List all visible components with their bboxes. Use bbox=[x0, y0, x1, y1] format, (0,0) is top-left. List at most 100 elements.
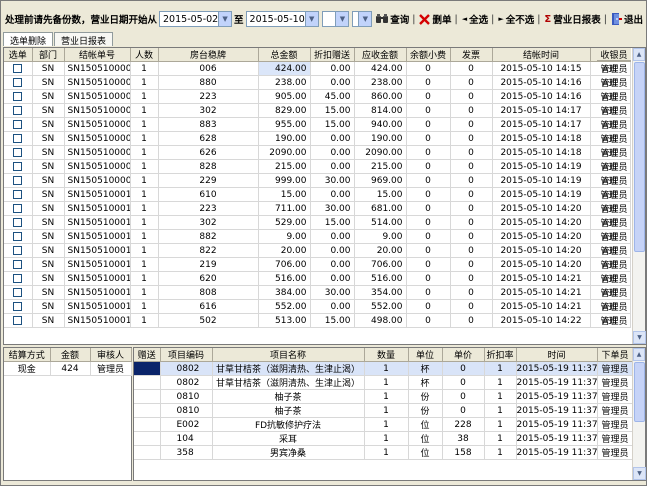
select-checkbox-cell[interactable] bbox=[4, 61, 33, 76]
table-row[interactable]: SNSN15051000121302529.0015.00514.0000201… bbox=[4, 215, 633, 230]
table-row[interactable]: SNSN15051000041302829.0015.00814.0000201… bbox=[4, 103, 633, 118]
col-header-bill-no[interactable]: 结帐单号 bbox=[64, 48, 131, 62]
table-row[interactable]: SNSN15051000051883955.0015.00940.0000201… bbox=[4, 117, 633, 132]
select-all-button[interactable]: ◄ 全选 bbox=[462, 12, 488, 26]
select-checkbox-cell[interactable] bbox=[4, 257, 33, 272]
query-button[interactable]: 查询 bbox=[376, 12, 409, 26]
table-row[interactable]: SNSN15051000111223711.0030.00681.0000201… bbox=[4, 201, 633, 216]
select-checkbox-cell[interactable] bbox=[4, 173, 33, 188]
payment-row[interactable]: 现金 424 管理员 bbox=[4, 361, 132, 376]
select-checkbox-cell[interactable] bbox=[4, 271, 33, 286]
select-checkbox-cell[interactable] bbox=[4, 313, 33, 328]
select-checkbox-cell[interactable] bbox=[4, 131, 33, 146]
select-checkbox[interactable] bbox=[13, 189, 23, 199]
select-checkbox[interactable] bbox=[13, 63, 23, 73]
select-checkbox[interactable] bbox=[13, 133, 23, 143]
select-checkbox[interactable] bbox=[13, 161, 23, 171]
select-checkbox[interactable] bbox=[13, 315, 23, 325]
select-checkbox[interactable] bbox=[13, 105, 23, 115]
col-header-gift[interactable]: 赠送 bbox=[134, 348, 161, 362]
table-row[interactable]: SNSN15051000191502513.0015.00498.0000201… bbox=[4, 313, 633, 328]
table-row[interactable]: SNSN15051000031223905.0045.00860.0000201… bbox=[4, 89, 633, 104]
chevron-down-icon[interactable]: ▼ bbox=[304, 12, 318, 26]
select-checkbox-cell[interactable] bbox=[4, 215, 33, 230]
select-checkbox-cell[interactable] bbox=[4, 103, 33, 118]
col-header-dept[interactable]: 部门 bbox=[32, 48, 65, 62]
bill-grid-scrollbar[interactable]: ▲ ▼ bbox=[632, 48, 646, 344]
tab-daily-report[interactable]: 营业日报表 bbox=[54, 32, 114, 47]
daily-report-button[interactable]: Σ 营业日报表 bbox=[544, 12, 600, 27]
col-header-cashier[interactable]: 收银员 bbox=[597, 48, 631, 61]
col-header-time[interactable]: 时间 bbox=[516, 348, 598, 362]
select-checkbox-cell[interactable] bbox=[4, 243, 33, 258]
col-header-discount-rate[interactable]: 折扣率 bbox=[484, 348, 517, 362]
select-checkbox[interactable] bbox=[13, 287, 23, 297]
col-header-order-staff[interactable]: 下单员 bbox=[597, 348, 634, 362]
table-row[interactable]: 0810 柚子茶 1 份 0 1 2015-05-19 11:37 管理员 bbox=[134, 389, 634, 404]
select-checkbox[interactable] bbox=[13, 301, 23, 311]
col-header-price[interactable]: 单价 bbox=[442, 348, 485, 362]
deselect-all-button[interactable]: ► 全不选 bbox=[498, 12, 534, 26]
select-checkbox[interactable] bbox=[13, 245, 23, 255]
select-checkbox-cell[interactable] bbox=[4, 159, 33, 174]
table-row[interactable]: SNSN15051000061628190.000.00190.00002015… bbox=[4, 131, 633, 146]
col-header-people[interactable]: 人数 bbox=[130, 48, 159, 62]
select-checkbox[interactable] bbox=[13, 77, 23, 87]
table-row[interactable]: SNSN15051000021880238.000.00238.00002015… bbox=[4, 75, 633, 90]
col-header-total[interactable]: 总金额 bbox=[258, 48, 311, 62]
select-checkbox-cell[interactable] bbox=[4, 145, 33, 160]
select-checkbox-cell[interactable] bbox=[4, 117, 33, 132]
table-row[interactable]: 104 采耳 1 位 38 1 2015-05-19 11:37 管理员 bbox=[134, 431, 634, 446]
delete-button[interactable]: 删单 bbox=[419, 12, 452, 26]
select-checkbox[interactable] bbox=[13, 231, 23, 241]
table-row[interactable]: 0810 柚子茶 1 份 0 1 2015-05-19 11:37 管理员 bbox=[134, 403, 634, 418]
table-row[interactable]: 0802 甘草甘桔茶（滋阴清热、生津止渴） 1 杯 0 1 2015-05-19 11:37… bbox=[134, 375, 634, 390]
select-checkbox[interactable] bbox=[13, 217, 23, 227]
select-checkbox-cell[interactable] bbox=[4, 285, 33, 300]
table-row[interactable]: SNSN150510001318829.000.009.00002015-05-… bbox=[4, 229, 633, 244]
select-checkbox[interactable] bbox=[13, 119, 23, 129]
table-row[interactable]: E002 FD抗敏修护疗法 1 位 228 1 2015-05-19 11:37 管理员 bbox=[134, 417, 634, 432]
select-checkbox[interactable] bbox=[13, 203, 23, 213]
select-checkbox-cell[interactable] bbox=[4, 89, 33, 104]
tab-delete-selected[interactable]: 选单删除 bbox=[3, 32, 54, 47]
table-row[interactable]: SNSN15051000081828215.000.00215.00002015… bbox=[4, 159, 633, 174]
table-row[interactable]: SNSN15051000151219706.000.00706.00002015… bbox=[4, 257, 633, 272]
select-checkbox[interactable] bbox=[13, 273, 23, 283]
select-checkbox-cell[interactable] bbox=[4, 75, 33, 90]
col-header-unit[interactable]: 单位 bbox=[408, 348, 443, 362]
filter-combo-1[interactable]: ▼ bbox=[321, 11, 350, 27]
exit-button[interactable]: 退出 bbox=[611, 12, 643, 26]
chevron-down-icon[interactable]: ▼ bbox=[335, 12, 349, 26]
table-row[interactable]: 358 男宾净桑 1 位 158 1 2015-05-19 11:37 管理员 bbox=[134, 445, 634, 460]
scroll-up-arrow-icon[interactable]: ▲ bbox=[633, 348, 645, 361]
col-header-room[interactable]: 房台稳牌 bbox=[158, 48, 259, 62]
col-header-item-code[interactable]: 项目编码 bbox=[160, 348, 213, 362]
table-row[interactable]: SNSN15051000011006424.000.00424.00002015… bbox=[4, 61, 633, 76]
chevron-down-icon[interactable]: ▼ bbox=[358, 12, 372, 26]
table-row[interactable]: 0802 甘草甘桔茶（滋阴清热、生津止渴） 1 杯 0 1 2015-05-19 11:37… bbox=[134, 361, 634, 376]
scroll-down-arrow-icon[interactable]: ▼ bbox=[633, 331, 646, 344]
col-header-item-name[interactable]: 项目名称 bbox=[212, 348, 365, 362]
select-checkbox-cell[interactable] bbox=[4, 229, 33, 244]
scroll-down-arrow-icon[interactable]: ▼ bbox=[633, 467, 646, 480]
col-header-tip[interactable]: 余额小费 bbox=[406, 48, 451, 62]
select-checkbox[interactable] bbox=[13, 175, 23, 185]
scrollbar-thumb[interactable] bbox=[634, 362, 645, 422]
select-checkbox[interactable] bbox=[13, 147, 23, 157]
col-header-auditor[interactable]: 审核人 bbox=[90, 348, 132, 362]
col-header-qty[interactable]: 数量 bbox=[364, 348, 409, 362]
table-row[interactable]: SNSN15051000161620516.000.00516.00002015… bbox=[4, 271, 633, 286]
table-row[interactable]: SNSN15051000171808384.0030.00354.0000201… bbox=[4, 285, 633, 300]
col-header-invoice[interactable]: 发票 bbox=[450, 48, 493, 62]
date-from-picker[interactable]: 2015-05-02 ▼ bbox=[159, 11, 233, 27]
filter-combo-2[interactable]: ▼ bbox=[352, 11, 373, 27]
select-checkbox-cell[interactable] bbox=[4, 187, 33, 202]
col-header-receivable[interactable]: 应收金额 bbox=[354, 48, 407, 62]
col-header-discount[interactable]: 折扣赠送 bbox=[310, 48, 355, 62]
select-checkbox[interactable] bbox=[13, 91, 23, 101]
select-checkbox-cell[interactable] bbox=[4, 201, 33, 216]
table-row[interactable]: SNSN1505100014182220.000.0020.00002015-0… bbox=[4, 243, 633, 258]
select-checkbox[interactable] bbox=[13, 259, 23, 269]
scroll-up-arrow-icon[interactable]: ▲ bbox=[633, 48, 645, 61]
